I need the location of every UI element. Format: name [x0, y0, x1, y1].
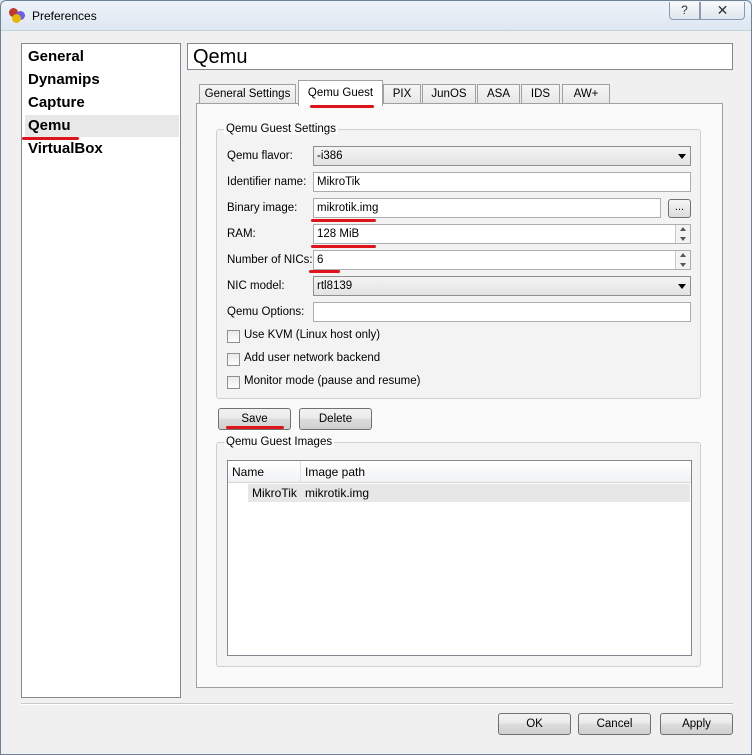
annotation-underline-binary [311, 219, 376, 222]
column-header-image-path[interactable]: Image path [305, 465, 365, 479]
nav-item-capture[interactable]: Capture [25, 92, 179, 114]
ram-decrement-icon[interactable] [675, 234, 690, 243]
nic-model-select[interactable]: rtl8139 [313, 276, 691, 296]
title-bar: Preferences ? ✕ [1, 1, 751, 31]
qemu-flavor-value: -i386 [317, 150, 343, 162]
guest-images-list[interactable]: Name Image path MikroTik mikrotik.img [227, 460, 692, 656]
app-icon [9, 8, 27, 24]
annotation-underline-tab [310, 105, 374, 108]
identifier-name-label: Identifier name: [227, 176, 307, 188]
number-of-nics-spinbox[interactable]: 6 [313, 250, 691, 270]
list-item[interactable]: MikroTik mikrotik.img [248, 484, 690, 502]
annotation-underline-nics [309, 270, 340, 273]
column-header-name[interactable]: Name [232, 465, 264, 479]
list-header: Name Image path [228, 461, 691, 483]
tab-asa[interactable]: ASA [477, 84, 520, 104]
window-title: Preferences [32, 9, 97, 23]
browse-binary-button[interactable]: ... [668, 199, 691, 218]
annotation-underline-save [226, 426, 284, 429]
cancel-button[interactable]: Cancel [578, 713, 651, 735]
preferences-category-list: General Dynamips Capture Qemu VirtualBox [21, 43, 181, 698]
ram-value: 128 MiB [317, 228, 360, 240]
use-kvm-checkbox[interactable] [227, 330, 240, 343]
column-divider [300, 461, 301, 483]
guest-images-group-title: Qemu Guest Images [224, 436, 335, 448]
image-name-cell: MikroTik [252, 486, 297, 500]
footer-divider-highlight [21, 704, 733, 705]
number-of-nics-value: 6 [317, 254, 324, 266]
number-of-nics-label: Number of NICs: [227, 254, 313, 266]
nic-model-label: NIC model: [227, 280, 285, 292]
annotation-underline-qemu [22, 137, 79, 140]
monitor-mode-checkbox[interactable] [227, 376, 240, 389]
ram-label: RAM: [227, 228, 256, 240]
qemu-options-label: Qemu Options: [227, 306, 305, 318]
nav-item-virtualbox[interactable]: VirtualBox [25, 138, 179, 160]
close-button[interactable]: ✕ [700, 2, 745, 20]
nav-item-qemu[interactable]: Qemu [25, 115, 179, 137]
user-network-checkbox[interactable] [227, 353, 240, 366]
tab-qemu-guest[interactable]: Qemu Guest [298, 80, 383, 106]
qemu-flavor-label: Qemu flavor: [227, 150, 293, 162]
help-button[interactable]: ? [669, 2, 700, 20]
nics-increment-icon[interactable] [675, 251, 690, 260]
qemu-options-field[interactable] [313, 302, 691, 322]
nav-item-general[interactable]: General [25, 46, 179, 68]
nav-item-dynamips[interactable]: Dynamips [25, 69, 179, 91]
apply-button[interactable]: Apply [660, 713, 733, 735]
user-network-label: Add user network backend [244, 352, 381, 364]
tab-ids[interactable]: IDS [521, 84, 560, 104]
monitor-mode-label: Monitor mode (pause and resume) [244, 375, 421, 387]
chevron-down-icon [678, 154, 686, 159]
tab-aw-plus[interactable]: AW+ [562, 84, 610, 104]
image-path-cell: mikrotik.img [305, 486, 370, 500]
tab-pix[interactable]: PIX [383, 84, 421, 104]
preferences-window: Preferences ? ✕ General Dynamips Capture… [0, 0, 752, 755]
ok-button[interactable]: OK [498, 713, 571, 735]
binary-image-label: Binary image: [227, 202, 298, 214]
use-kvm-label: Use KVM (Linux host only) [244, 329, 381, 341]
binary-image-field[interactable]: mikrotik.img [313, 198, 661, 218]
ram-spinbox[interactable]: 128 MiB [313, 224, 691, 244]
ram-spin-buttons[interactable] [675, 225, 690, 243]
nic-model-value: rtl8139 [317, 280, 353, 292]
page-title: Qemu [187, 43, 733, 70]
identifier-name-field[interactable]: MikroTik [313, 172, 691, 192]
chevron-down-icon [678, 284, 686, 289]
annotation-underline-ram [311, 245, 376, 248]
qemu-flavor-select[interactable]: -i386 [313, 146, 691, 166]
ram-increment-icon[interactable] [675, 225, 690, 234]
guest-settings-group-title: Qemu Guest Settings [224, 123, 338, 135]
nics-spin-buttons[interactable] [675, 251, 690, 269]
nics-decrement-icon[interactable] [675, 260, 690, 269]
tab-general-settings[interactable]: General Settings [199, 84, 296, 104]
delete-button[interactable]: Delete [299, 408, 372, 430]
tab-junos[interactable]: JunOS [422, 84, 476, 104]
